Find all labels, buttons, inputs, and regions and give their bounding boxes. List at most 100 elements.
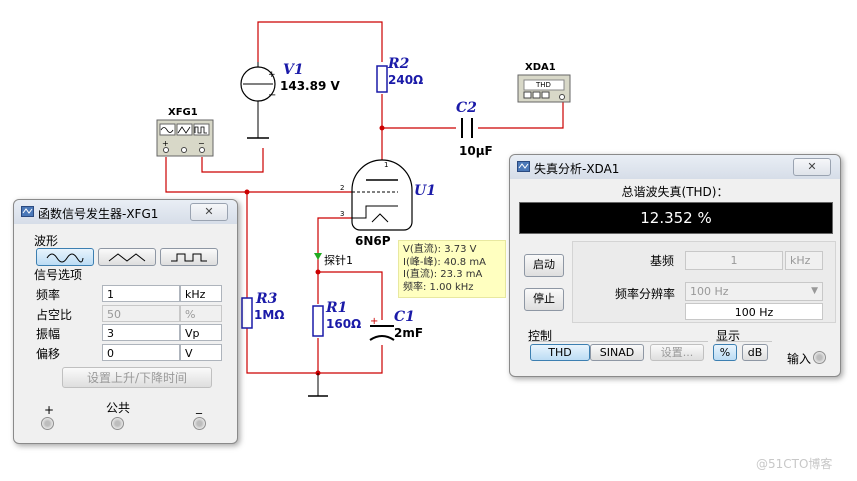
r3-resistor[interactable]	[241, 297, 253, 329]
c2-label: C2	[456, 100, 477, 116]
stop-button[interactable]: 停止	[524, 288, 564, 311]
common-terminal-label: 公共	[106, 401, 131, 415]
watermark: @51CTO博客	[756, 457, 833, 471]
pin1-label: 1	[384, 161, 389, 169]
r1-value: 160Ω	[326, 317, 362, 331]
param-label: 振幅	[36, 327, 61, 341]
svg-text:+: +	[268, 70, 276, 80]
c1-value: 2mF	[394, 326, 424, 340]
svg-text:+: +	[162, 139, 169, 148]
svg-text:−: −	[268, 90, 276, 101]
duty-cycle-input: 50	[102, 305, 180, 322]
ground-symbol	[308, 373, 328, 397]
da-titlebar[interactable]: 失真分析-XDA1 ✕	[510, 155, 840, 179]
amplitude-input[interactable]: 3	[102, 324, 180, 341]
thd-heading: 总谐波失真(THD)：	[621, 185, 729, 199]
close-button[interactable]: ✕	[793, 158, 831, 176]
r1-resistor[interactable]	[312, 305, 324, 337]
offset-unit[interactable]: V	[180, 344, 222, 361]
junction-dots	[244, 125, 385, 376]
probe-line: V(直流): 3.73 V	[403, 244, 477, 255]
r1-label: R1	[326, 300, 348, 316]
r2-resistor[interactable]	[376, 65, 388, 93]
percent-display-button[interactable]: %	[713, 344, 737, 361]
signal-options-label: 信号选项	[34, 268, 83, 282]
resolution-selected: 100 Hz	[690, 285, 729, 298]
c2-value: 10µF	[459, 144, 493, 158]
sinad-mode-button[interactable]: SINAD	[590, 344, 644, 361]
c1-label: C1	[394, 309, 415, 325]
settings-button: 设置...	[650, 344, 704, 361]
probe-tooltip: V(直流): 3.73 V I(峰-峰): 40.8 mA I(直流): 23.…	[398, 240, 506, 298]
param-label: 频率	[36, 288, 61, 302]
probe-name: 探针1	[324, 254, 353, 267]
close-icon: ✕	[807, 160, 817, 173]
u1-value: 6N6P	[355, 234, 391, 248]
square-wave-button[interactable]	[160, 248, 218, 266]
u1-label: U1	[414, 183, 436, 199]
svg-text:+: +	[370, 316, 378, 327]
resolution-label: 频率分辨率	[615, 287, 676, 301]
plus-terminal[interactable]	[41, 417, 54, 430]
xda1-inner-label: THD	[536, 81, 551, 89]
param-label: 占空比	[36, 308, 73, 322]
pin3-label: 3	[340, 210, 345, 218]
triangle-wave-icon	[108, 253, 146, 262]
probe-line: 频率: 1.00 kHz	[403, 281, 474, 293]
xfg1-instrument[interactable]: + −	[156, 119, 214, 157]
probe-line: I(峰-峰): 40.8 mA	[403, 256, 486, 268]
pin2-label: 2	[340, 184, 345, 192]
r2-label: R2	[388, 56, 410, 72]
display-divider	[716, 341, 772, 342]
xfg1-label: XFG1	[168, 107, 198, 118]
r3-value: 1MΩ	[254, 308, 285, 322]
param-label: 偏移	[36, 347, 61, 361]
resolution-readout: 100 Hz	[685, 303, 823, 320]
frequency-unit[interactable]: kHz	[180, 285, 222, 302]
sine-wave-button[interactable]	[36, 248, 94, 266]
start-button[interactable]: 启动	[524, 254, 564, 277]
amplitude-unit[interactable]: Vp	[180, 324, 222, 341]
minus-terminal[interactable]	[193, 417, 206, 430]
thd-mode-button[interactable]: THD	[530, 344, 590, 361]
xda1-label: XDA1	[525, 62, 556, 73]
triangle-wave-button[interactable]	[98, 248, 156, 266]
chevron-down-icon: ▼	[811, 286, 818, 296]
resolution-select: 100 Hz ▼	[685, 282, 823, 301]
c2-capacitor[interactable]	[461, 118, 473, 138]
v1-value: 143.89 V	[280, 79, 340, 93]
fg-title: 函数信号发生器-XFG1	[38, 207, 159, 221]
instrument-icon	[517, 161, 530, 172]
fundamental-label: 基频	[650, 254, 675, 268]
da-title: 失真分析-XDA1	[534, 162, 620, 176]
probe-marker[interactable]	[314, 253, 322, 260]
close-icon: ✕	[204, 205, 214, 218]
plus-terminal-label: +	[44, 403, 55, 417]
svg-text:−: −	[198, 139, 205, 148]
rise-fall-time-button: 设置上升/下降时间	[62, 367, 212, 388]
duty-cycle-unit: %	[180, 305, 222, 322]
close-button[interactable]: ✕	[190, 203, 228, 221]
distortion-analyzer-window[interactable]: 失真分析-XDA1 ✕ 总谐波失真(THD)： 12.352 % 启动 停止 基…	[509, 154, 841, 377]
control-divider	[528, 341, 708, 342]
probe-line: I(直流): 23.3 mA	[403, 269, 483, 280]
v1-dc-source[interactable]: + −	[240, 62, 276, 139]
common-terminal[interactable]	[111, 417, 124, 430]
r3-label: R3	[256, 291, 278, 307]
fundamental-unit: kHz	[785, 251, 823, 270]
db-display-button[interactable]: dB	[742, 344, 768, 361]
input-label: 输入	[787, 352, 812, 366]
v1-label: V1	[283, 62, 304, 78]
input-terminal[interactable]	[813, 351, 826, 364]
fg-titlebar[interactable]: 函数信号发生器-XFG1 ✕	[14, 200, 237, 224]
thd-display: 12.352 %	[519, 202, 833, 234]
instrument-icon	[21, 206, 34, 217]
r2-value: 240Ω	[388, 73, 424, 87]
frequency-input[interactable]: 1	[102, 285, 180, 302]
waveform-group-label: 波形	[34, 234, 59, 248]
u1-triode-tube[interactable]	[351, 159, 413, 231]
offset-input[interactable]: 0	[102, 344, 180, 361]
fundamental-input: 1	[685, 251, 783, 270]
square-wave-icon	[171, 253, 207, 262]
function-generator-window[interactable]: 函数信号发生器-XFG1 ✕ 波形 信号选项 频率 1 kHz 占空比 50 %…	[13, 199, 238, 444]
